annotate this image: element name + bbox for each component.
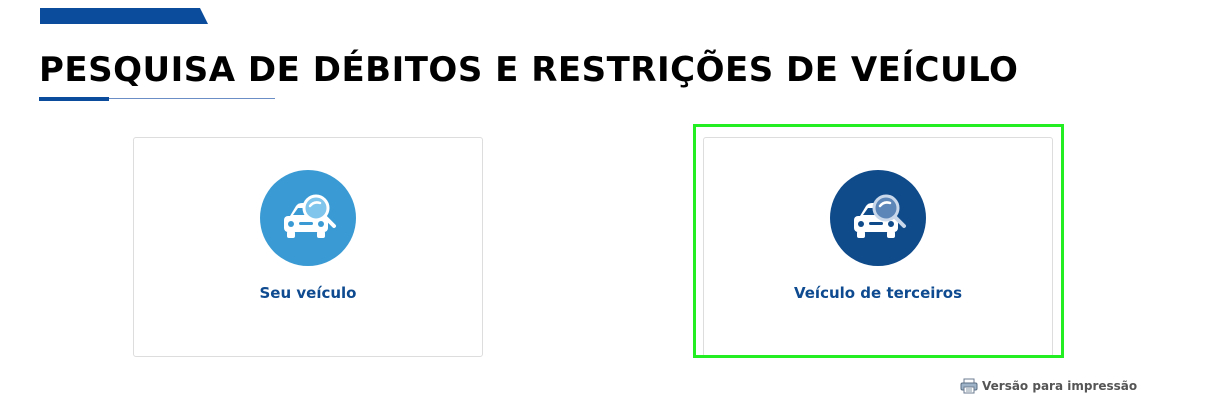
title-underline-thick <box>39 97 109 101</box>
selection-highlight <box>693 124 1064 358</box>
print-version-link[interactable]: Versão para impressão <box>960 377 1137 395</box>
own-vehicle-label: Seu veículo <box>259 284 357 302</box>
printer-icon <box>960 378 978 394</box>
header-tab-decoration <box>40 8 208 24</box>
page-title: PESQUISA DE DÉBITOS E RESTRIÇÕES DE VEÍC… <box>39 50 1019 90</box>
car-search-icon <box>284 194 336 238</box>
print-version-label: Versão para impressão <box>982 379 1138 393</box>
title-underline <box>39 97 275 101</box>
own-vehicle-icon-circle <box>260 170 356 266</box>
page: PESQUISA DE DÉBITOS E RESTRIÇÕES DE VEÍC… <box>0 0 1213 411</box>
own-vehicle-card[interactable]: Seu veículo <box>133 137 483 357</box>
title-underline-thin <box>109 98 275 99</box>
